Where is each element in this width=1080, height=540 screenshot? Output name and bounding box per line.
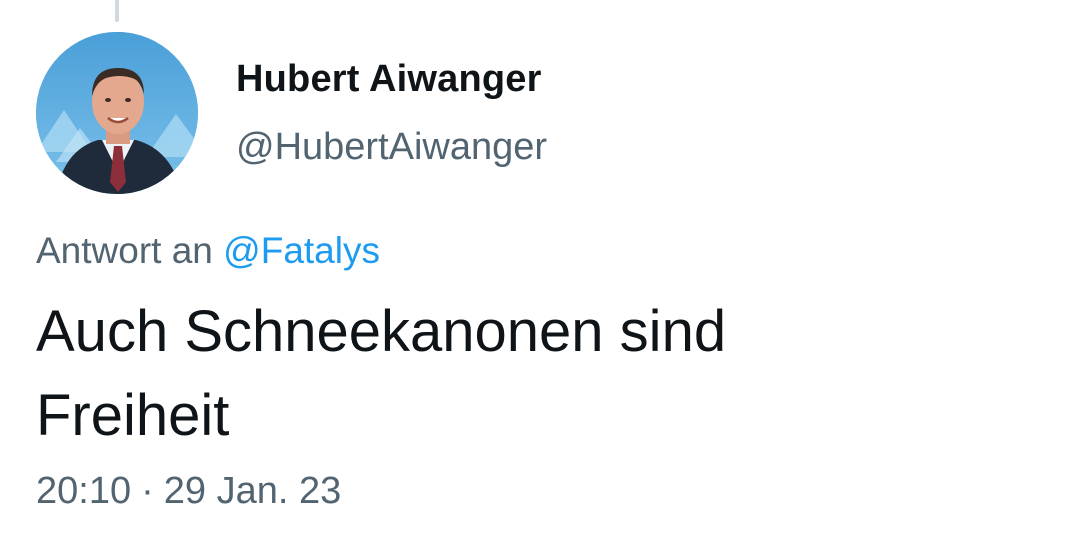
tweet-timestamp[interactable]: 20:10 · 29 Jan. 23 bbox=[36, 470, 341, 513]
avatar-portrait bbox=[36, 32, 198, 194]
tweet-text: Auch Schneekanonen sind Freiheit bbox=[36, 290, 1046, 458]
tweet-text-line: Auch Schneekanonen sind bbox=[36, 299, 727, 364]
tweet-date: 29 Jan. 23 bbox=[163, 470, 342, 512]
meta-separator: · bbox=[141, 470, 154, 512]
author-display-name[interactable]: Hubert Aiwanger bbox=[236, 58, 542, 101]
reply-mention-link[interactable]: @Fatalys bbox=[223, 230, 380, 271]
tweet-text-line: Freiheit bbox=[36, 383, 230, 448]
author-handle[interactable]: @HubertAiwanger bbox=[236, 126, 547, 169]
tweet-time: 20:10 bbox=[36, 470, 132, 512]
thread-connector-line bbox=[115, 0, 119, 22]
reply-prefix: Antwort an bbox=[36, 230, 213, 271]
reply-context: Antwort an @Fatalys bbox=[36, 230, 380, 272]
avatar[interactable] bbox=[36, 32, 198, 194]
